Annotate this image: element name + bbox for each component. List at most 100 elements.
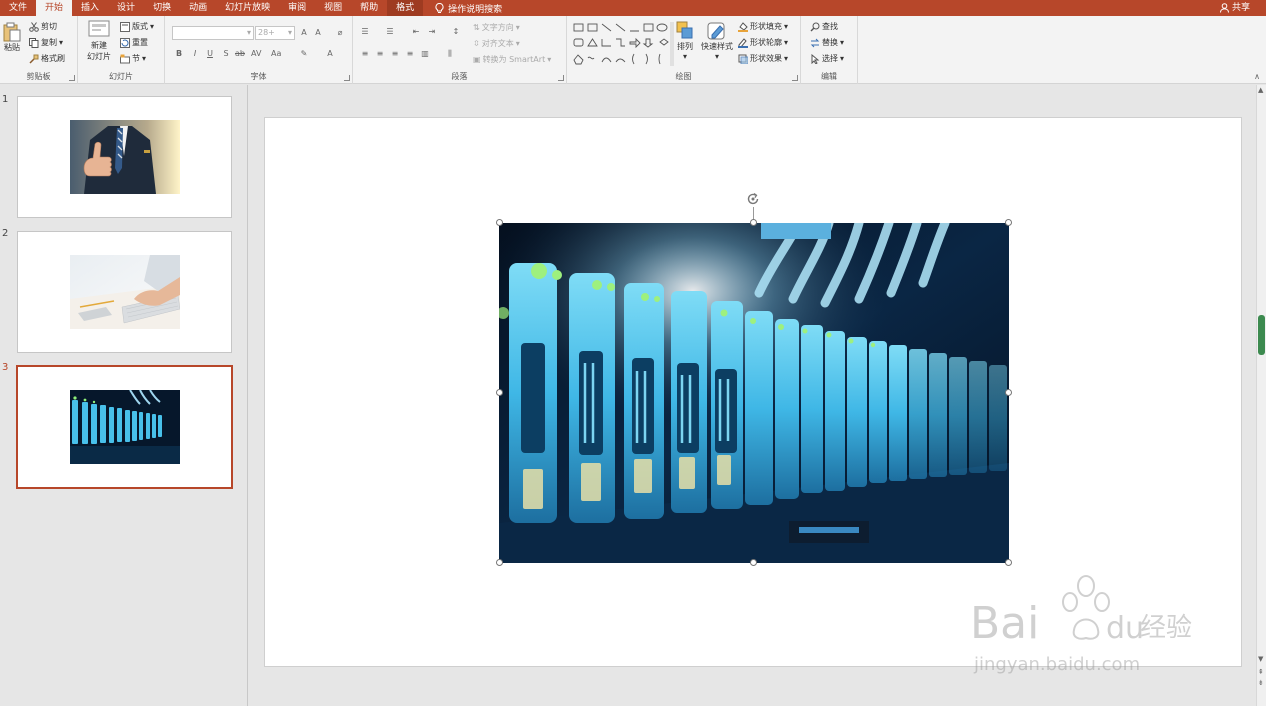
tab-design[interactable]: 设计 [108,0,144,16]
tab-transitions[interactable]: 切换 [144,0,180,16]
font-name-combo[interactable]: ▾ [172,26,254,40]
tab-home[interactable]: 开始 [36,0,73,16]
resize-handle-top[interactable] [750,219,757,226]
chevron-down-icon: ▾ [59,38,64,47]
italic-icon[interactable]: I [190,49,200,59]
slide-number: 3 [2,362,9,373]
text-direction-button[interactable]: ⇅ 文字方向 ▾ [473,22,520,33]
resize-handle-bottom-left[interactable] [496,559,503,566]
slide-thumbnail-3[interactable] [16,365,233,489]
drawing-dialog-launcher[interactable] [792,75,798,81]
clipboard-dialog-launcher[interactable] [69,75,75,81]
align-left-icon[interactable]: ≡ [360,49,370,59]
font-group-label: 字体 [250,72,267,81]
watermark-url: jingyan.baidu.com [973,654,1140,675]
strikethrough-icon[interactable]: ab [235,49,245,59]
collapse-ribbon-icon[interactable]: ∧ [1254,72,1260,81]
shadow-icon[interactable]: S [221,49,231,59]
drawing-group: 排列 ▾ 快速样式 ▾ 形状填充 ▾ 形状轮廓 ▾ 形状效果 ▾ 绘图 [567,16,801,84]
paste-label: 粘贴 [4,43,20,52]
previous-slide-icon[interactable]: ⇞ [1258,668,1264,676]
chevron-down-icon: ▾ [714,52,719,61]
underline-icon[interactable]: U [205,49,215,59]
align-text-button[interactable]: ⇳ 对齐文本 ▾ [473,38,520,49]
tab-help[interactable]: 帮助 [351,0,387,16]
watermark-cn: 经验 [1140,613,1192,643]
tab-view[interactable]: 视图 [315,0,351,16]
distributed-icon[interactable]: ▥ [420,49,430,59]
align-center-icon[interactable]: ≡ [375,49,385,59]
share-button[interactable]: 共享 [1219,0,1250,16]
chevron-down-icon: ▾ [784,38,789,47]
resize-handle-top-right[interactable] [1005,219,1012,226]
cut-button[interactable]: 剪切 [29,21,57,32]
line-spacing-icon[interactable]: ↕ [451,27,461,37]
arrange-button[interactable]: 排列 ▾ [675,21,695,61]
scroll-down-icon[interactable]: ▼ [1258,655,1263,663]
resize-handle-bottom[interactable] [750,559,757,566]
char-spacing-icon[interactable]: AV [251,49,261,59]
find-button[interactable]: 查找 [810,21,838,32]
tab-format[interactable]: 格式 [387,0,424,16]
paste-button[interactable]: 粘贴 [2,22,22,53]
layout-button[interactable]: 版式 ▾ [120,21,154,32]
rotate-handle-icon[interactable] [745,191,761,207]
font-size-combo[interactable]: 28+ ▾ [255,26,295,40]
scroll-up-icon[interactable]: ▲ [1258,86,1263,94]
format-painter-button[interactable]: 格式刷 [29,53,65,64]
reset-button[interactable]: 重置 [120,37,148,48]
font-dialog-launcher[interactable] [344,75,350,81]
copy-button[interactable]: 复制 ▾ [29,37,63,48]
replace-button[interactable]: 替换 ▾ [810,37,844,48]
grow-font-icon[interactable]: A [299,28,309,38]
increase-indent-icon[interactable]: ⇥ [427,27,437,37]
section-button[interactable]: 节 ▾ [120,53,146,64]
resize-handle-right[interactable] [1005,389,1012,396]
resize-handle-left[interactable] [496,389,503,396]
shapes-gallery[interactable] [572,22,674,66]
chevron-down-icon: ▾ [246,28,251,37]
chevron-down-icon: ▾ [840,38,845,47]
paragraph-dialog-launcher[interactable] [558,75,564,81]
justify-icon[interactable]: ≡ [405,49,415,59]
clipboard-group-label: 剪贴板 [26,72,51,81]
columns-icon[interactable]: ⫼ [445,49,455,59]
new-slide-button[interactable]: 新建 幻灯片 [82,20,116,62]
smartart-button[interactable]: ▣ 转换为 SmartArt ▾ [473,54,551,65]
tab-slideshow[interactable]: 幻灯片放映 [216,0,279,16]
copy-label: 复制 [41,38,57,47]
tell-me-search[interactable]: 操作说明搜索 [423,2,502,15]
highlight-icon[interactable]: ✎ [299,49,309,59]
tab-insert[interactable]: 插入 [72,0,108,16]
slides-group-label: 幻灯片 [109,72,133,81]
shape-fill-button[interactable]: 形状填充 ▾ [738,21,788,32]
resize-handle-top-left[interactable] [496,219,503,226]
tab-review[interactable]: 审阅 [279,0,315,16]
shape-outline-button[interactable]: 形状轮廓 ▾ [738,37,788,48]
shape-effects-button[interactable]: 形状效果 ▾ [738,53,788,64]
align-right-icon[interactable]: ≡ [390,49,400,59]
select-label: 选择 [822,54,838,63]
quick-styles-button[interactable]: 快速样式 ▾ [698,21,736,61]
tab-file[interactable]: 文件 [0,0,36,16]
arrange-label: 排列 [677,42,693,51]
bullets-icon[interactable]: ☰ [360,27,370,37]
next-slide-icon[interactable]: ⇟ [1258,679,1264,687]
clear-format-icon[interactable]: ⌀ [335,28,345,38]
change-case-icon[interactable]: Aa [271,49,281,59]
vertical-scrollbar[interactable]: ▲ ▼ ⇞ ⇟ [1256,85,1266,706]
scrollbar-thumb[interactable] [1258,315,1265,355]
numbering-icon[interactable]: ☰ [385,27,395,37]
decrease-indent-icon[interactable]: ⇤ [411,27,421,37]
person-icon [1219,3,1229,13]
slide-thumbnail-2[interactable] [17,231,232,353]
shrink-font-icon[interactable]: A [313,28,323,38]
select-button[interactable]: 选择 ▾ [810,53,844,64]
server-rack-image[interactable] [499,223,1009,563]
font-color-icon[interactable]: A [325,49,335,59]
slide-thumbnail-1[interactable] [17,96,232,218]
tab-animations[interactable]: 动画 [180,0,216,16]
cut-label: 剪切 [41,22,57,31]
resize-handle-bottom-right[interactable] [1005,559,1012,566]
bold-icon[interactable]: B [174,49,184,59]
